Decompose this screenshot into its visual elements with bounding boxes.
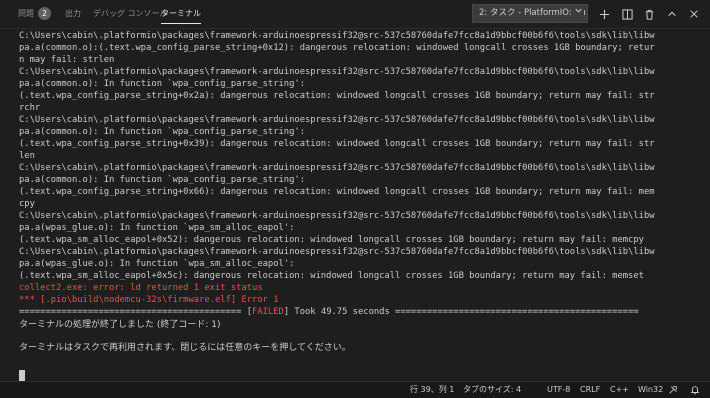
feedback-icon[interactable] (666, 382, 680, 398)
chevron-down-icon (572, 5, 584, 22)
tab-size[interactable]: タブのサイズ: 4 (463, 382, 521, 398)
summary-right-text: ] Took 49.75 seconds ===================… (283, 307, 639, 317)
cursor-position[interactable]: 行 39、列 1 (410, 382, 454, 398)
tab-debug-console[interactable]: デバッグ コンソール (93, 0, 168, 28)
line-ending[interactable]: CRLF (580, 382, 600, 398)
tab-terminal[interactable]: ターミナル (161, 0, 201, 28)
notifications-icon[interactable] (688, 382, 702, 398)
terminal-reuse-message: ターミナルはタスクで再利用されます、閉じるには任意のキーを押してください。 (19, 343, 351, 353)
process-end-message: ターミナルの処理が終了しました (終了コード: 1) (19, 320, 221, 330)
maximize-panel-icon[interactable] (663, 5, 681, 23)
terminal-line: (.text.wpa_config_parse_string+0x39): da… (19, 139, 655, 149)
terminal-output[interactable]: C:\Users\cabin\.platformio\packages\fram… (0, 29, 710, 381)
terminal-line: (.text.wpa_config_parse_string+0x2a): da… (19, 91, 655, 101)
summary-left-rule: ========================================… (19, 307, 253, 317)
encoding[interactable]: UTF-8 (547, 382, 570, 398)
terminal-cursor (19, 370, 25, 381)
status-bar: 行 39、列 1 タブのサイズ: 4 UTF-8 CRLF C++ Win32 (0, 381, 710, 398)
terminal-task-select[interactable]: 2: タスク - PlatformIO: Bu (472, 4, 588, 23)
terminal-task-select-value: 2: タスク - PlatformIO: Bu (479, 8, 586, 18)
add-terminal-icon[interactable] (595, 5, 613, 23)
tab-output[interactable]: 出力 (65, 0, 81, 28)
tab-problems-label: 問題 (18, 9, 34, 18)
failed-status: FAILED (252, 307, 284, 317)
split-terminal-icon[interactable] (618, 5, 636, 23)
panel-tab-bar: 問題 2 出力 デバッグ コンソール ターミナル 2: タスク - Platfor… (0, 0, 710, 29)
trash-icon[interactable] (640, 5, 658, 23)
tab-debug-console-label: デバッグ コンソール (93, 9, 168, 18)
platform[interactable]: Win32 (638, 382, 663, 398)
tab-problems[interactable]: 問題 2 (18, 0, 51, 28)
language-mode[interactable]: C++ (610, 382, 629, 398)
tab-output-label: 出力 (65, 9, 81, 18)
close-panel-icon[interactable] (685, 5, 703, 23)
problems-count-badge: 2 (38, 7, 51, 20)
terminal-line: (.text.wpa_config_parse_string+0x66): da… (19, 187, 655, 197)
tab-terminal-label: ターミナル (161, 9, 201, 18)
